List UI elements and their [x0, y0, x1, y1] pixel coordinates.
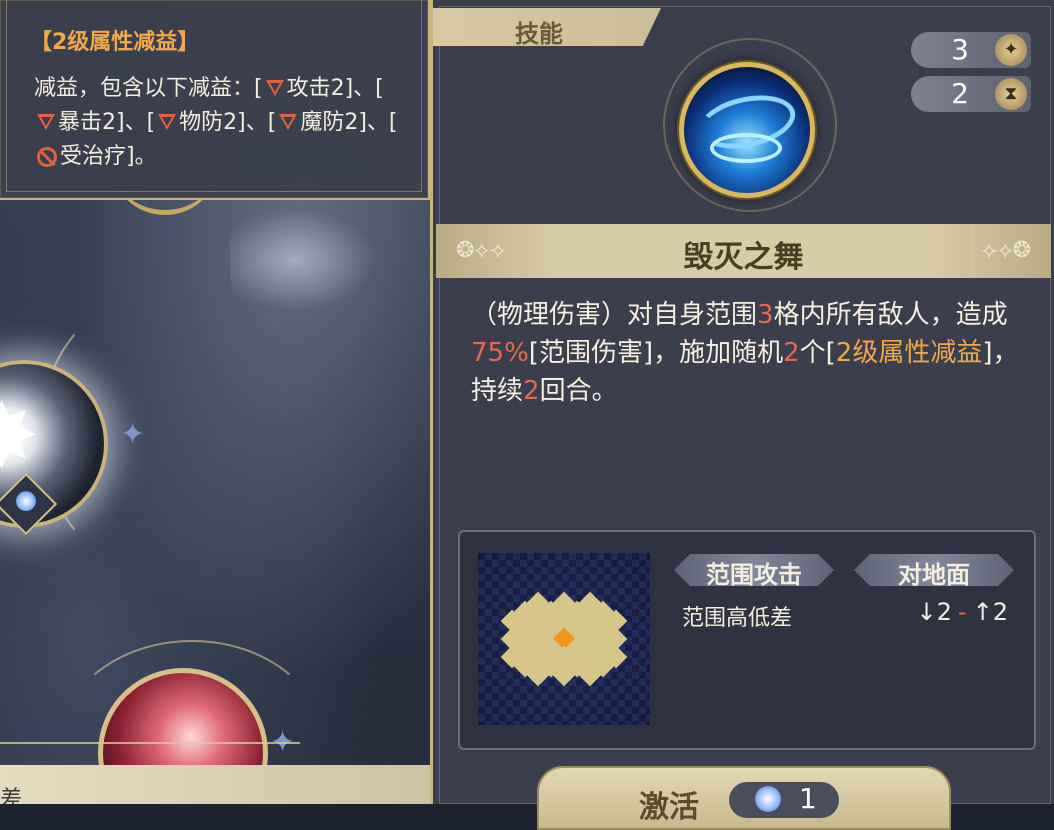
tab-skill-label: 技能	[515, 20, 563, 48]
elevation-dash: -	[957, 598, 967, 626]
desc-text: 格内所有敌人，造成	[773, 300, 1008, 330]
activate-cost: 1	[729, 782, 839, 818]
desc-number: 2	[783, 338, 800, 368]
elevation-up: ↑2	[972, 598, 1008, 626]
separator: ]、[	[358, 110, 398, 135]
desc-number: 3	[757, 300, 774, 330]
debuff-tooltip: 【2级属性减益】 减益，包含以下减益：[攻击2]、[暴击2]、[物防2]、[魔防…	[0, 0, 430, 200]
debuff-magic-def: 魔防2	[300, 110, 359, 135]
tooltip-intro: 减益，包含以下减益：[	[34, 76, 263, 101]
elevation-value: ↓2- ↑2	[917, 598, 1008, 626]
divider	[0, 742, 300, 744]
desc-keyword-link[interactable]: 2级属性减益	[836, 338, 983, 368]
down-triangle-icon	[158, 114, 177, 130]
desc-number: 75%	[471, 338, 529, 368]
debuff-phys-def: 物防2	[179, 110, 238, 135]
tag-ground-target: 对地面	[854, 554, 1014, 586]
bottom-bar-text: 差	[0, 787, 23, 804]
sparkle-icon: ✦	[120, 417, 146, 452]
cost-stat: 3 ✦	[911, 32, 1031, 68]
separator: ]、[	[237, 110, 277, 135]
skill-name-banner: ❂⟡⟢ 毁灭之舞 ⟣⟡❂	[436, 224, 1051, 278]
ornament-right-icon: ⟣⟡❂	[981, 238, 1031, 263]
tag-area-attack-label: 范围攻击	[706, 561, 802, 589]
starburst-icon: ✸	[0, 384, 40, 489]
down-triangle-icon	[37, 114, 55, 130]
debuff-heal: 受治疗	[60, 144, 127, 169]
debuff-attack: 攻击2	[286, 76, 345, 101]
separator: ]、[	[344, 76, 384, 101]
debuff-crit: 暴击2	[58, 110, 116, 135]
skill-range-info: 范围攻击 对地面 范围高低差 ↓2- ↑2	[458, 530, 1036, 750]
hourglass-icon: ⧗	[995, 78, 1027, 110]
elevation-down: ↓2	[916, 598, 952, 626]
cost-value: 3	[951, 33, 969, 66]
down-triangle-icon	[265, 80, 284, 96]
lily-decoration	[230, 200, 390, 320]
skill-name: 毁灭之舞	[683, 240, 804, 275]
activate-button[interactable]: 激活 1	[537, 766, 951, 830]
elevation-label: 范围高低差	[682, 606, 793, 631]
cooldown-stat: 2 ⧗	[911, 76, 1031, 112]
skill-description: （物理伤害）对自身范围3格内所有敌人，造成75%[范围伤害]，施加随机2个[2级…	[471, 296, 1021, 410]
tag-ground-target-label: 对地面	[898, 561, 970, 589]
desc-text: [范围伤害]，施加随机	[528, 338, 784, 368]
down-triangle-icon	[279, 114, 298, 130]
crystal-icon	[755, 786, 781, 812]
desc-text: 回合。	[539, 376, 618, 406]
activate-count: 1	[799, 782, 817, 815]
tooltip-title: 【2级属性减益】	[30, 30, 200, 55]
tooltip-body: 减益，包含以下减益：[攻击2]、[暴击2]、[物防2]、[魔防2]、[受治疗]。	[34, 72, 406, 174]
activate-label: 激活	[639, 790, 699, 825]
desc-number: 2	[523, 376, 540, 406]
bottom-bar: 差	[0, 765, 430, 804]
skill-vortex-icon	[679, 62, 815, 198]
star-diamond-icon: ✦	[995, 34, 1027, 66]
skill-detail-panel: 技能 3 ✦ 2 ⧗ ❂⟡⟢ 毁灭之舞 ⟣⟡❂ （物理伤害）对自身范围3格内所有…	[430, 0, 1054, 830]
prohibit-icon	[37, 147, 57, 167]
desc-text: （物理伤害）对自身范围	[471, 300, 758, 330]
tab-skill[interactable]: 技能	[433, 8, 661, 46]
desc-text: 个[	[799, 338, 836, 368]
cooldown-value: 2	[951, 77, 969, 110]
separator: ]、[	[116, 110, 156, 135]
range-preview	[478, 553, 650, 725]
separator: ]。	[126, 144, 157, 169]
tag-area-attack: 范围攻击	[674, 554, 834, 586]
